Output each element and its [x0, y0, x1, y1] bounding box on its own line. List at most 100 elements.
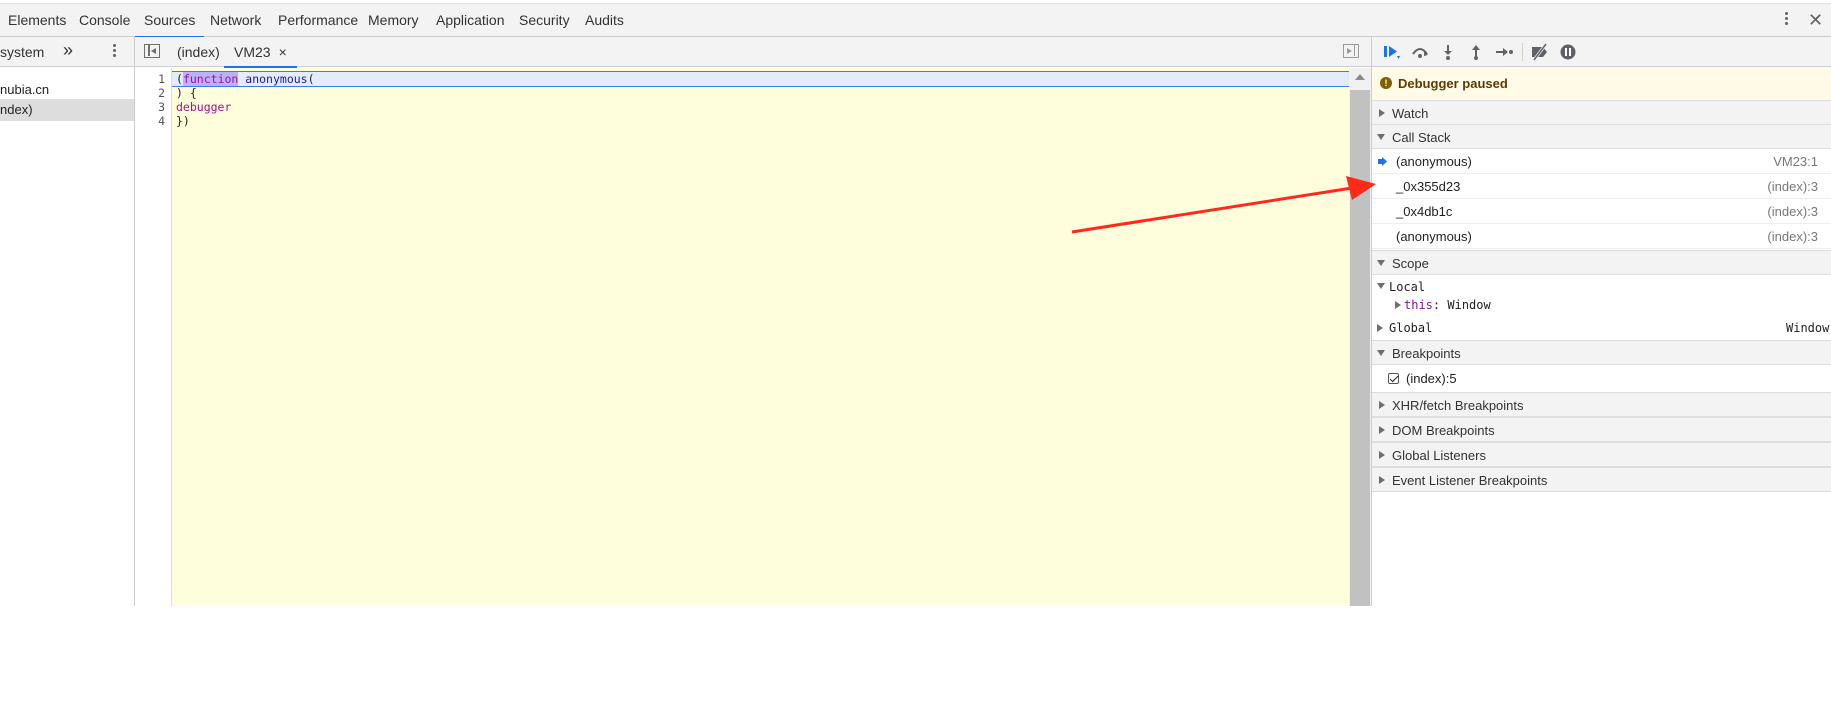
step-over-icon[interactable]: [1410, 43, 1430, 61]
scope-local[interactable]: Local: [1372, 278, 1831, 296]
paused-banner: ! Debugger paused: [1372, 67, 1831, 101]
section-label: Breakpoints: [1392, 346, 1461, 361]
nav-item-index[interactable]: ndex): [0, 99, 134, 121]
navigator-menu-icon[interactable]: [111, 42, 117, 62]
debugger-toolbar: [1372, 37, 1831, 67]
code-token: (: [307, 72, 315, 86]
editor-tab-vm23-label: VM23: [234, 44, 271, 60]
section-label: Watch: [1392, 106, 1429, 121]
section-event-listener-breakpoints[interactable]: Event Listener Breakpoints: [1372, 467, 1831, 492]
section-scope[interactable]: Scope: [1372, 250, 1831, 275]
scrollbar-thumb[interactable]: [1350, 90, 1370, 606]
collapse-icon: [1377, 134, 1385, 140]
tab-sources[interactable]: Sources: [134, 4, 205, 38]
editor-tab-index[interactable]: (index): [177, 37, 220, 67]
section-label: Event Listener Breakpoints: [1392, 473, 1548, 488]
line-number[interactable]: 4: [158, 113, 165, 129]
resume-icon[interactable]: [1382, 43, 1402, 61]
section-dom-breakpoints[interactable]: DOM Breakpoints: [1372, 417, 1831, 442]
code-token: unction: [189, 72, 239, 86]
code-function-name: anonymous: [245, 72, 308, 86]
call-frame[interactable]: (anonymous) (index):3: [1372, 224, 1831, 249]
devtools-window: Elements Console Sources Network Perform…: [0, 0, 1831, 726]
step-into-icon[interactable]: [1438, 43, 1458, 61]
tab-audits[interactable]: Audits: [585, 4, 624, 37]
debugger-sidebar: ! Debugger paused Watch Call Stack (anon…: [1371, 37, 1831, 606]
expand-icon: [1377, 324, 1383, 332]
file-navigator: system » nubia.cn ndex): [0, 37, 135, 606]
frame-location[interactable]: (index):3: [1767, 199, 1818, 224]
section-label: XHR/fetch Breakpoints: [1392, 398, 1524, 413]
section-label: Call Stack: [1392, 130, 1451, 145]
expand-icon: [1379, 401, 1385, 409]
step-out-icon[interactable]: [1466, 43, 1486, 61]
navigator-tab-filesystem[interactable]: system: [0, 44, 44, 60]
tab-network[interactable]: Network: [210, 4, 261, 37]
tab-application[interactable]: Application: [436, 4, 505, 37]
breakpoint-label: (index):5: [1406, 371, 1457, 386]
expand-icon: [1379, 109, 1385, 117]
expand-icon: [1379, 451, 1385, 459]
scope-global[interactable]: Global Window: [1372, 319, 1831, 337]
tab-elements[interactable]: Elements: [8, 4, 66, 37]
tab-console[interactable]: Console: [79, 4, 130, 37]
code-line[interactable]: }): [172, 113, 1349, 129]
toolbar-divider: [1522, 43, 1523, 61]
code-area[interactable]: (function anonymous( ) { debugger }): [172, 68, 1349, 606]
nav-item-domain[interactable]: nubia.cn: [0, 79, 134, 101]
property-value: Window: [1447, 298, 1491, 312]
devtools-tab-bar: Elements Console Sources Network Perform…: [0, 3, 1831, 38]
section-call-stack[interactable]: Call Stack: [1372, 124, 1831, 149]
paused-message: Debugger paused: [1398, 76, 1508, 91]
scope-global-value: Window: [1786, 321, 1830, 335]
line-number-gutter: 1 2 3 4: [135, 68, 172, 606]
section-label: DOM Breakpoints: [1392, 423, 1495, 438]
expand-icon: [1379, 476, 1385, 484]
toggle-navigator-icon[interactable]: [144, 44, 160, 58]
frame-location[interactable]: (index):3: [1767, 174, 1818, 199]
scope-label: Global: [1389, 321, 1433, 335]
frame-location[interactable]: VM23:1: [1773, 149, 1818, 174]
tab-performance[interactable]: Performance: [278, 4, 358, 37]
navigator-header: system »: [0, 37, 134, 67]
code-token: (: [176, 72, 183, 86]
breakpoint-row[interactable]: (index):5: [1372, 365, 1831, 392]
section-global-listeners[interactable]: Global Listeners: [1372, 442, 1831, 467]
collapse-icon: [1377, 350, 1385, 356]
close-devtools-icon[interactable]: ✕: [1808, 9, 1823, 31]
toggle-debugger-icon[interactable]: [1343, 44, 1359, 58]
section-label: Scope: [1392, 256, 1429, 271]
call-frame[interactable]: _0x4db1c (index):3: [1372, 199, 1831, 224]
code-editor: (index) VM23 × 1 2 3 4 (function anonymou…: [135, 37, 1371, 606]
collapse-icon: [1377, 283, 1385, 289]
close-tab-icon[interactable]: ×: [279, 44, 287, 60]
collapse-icon: [1377, 260, 1385, 266]
deactivate-breakpoints-icon[interactable]: [1530, 43, 1550, 61]
editor-scrollbar[interactable]: [1349, 68, 1371, 606]
tab-security[interactable]: Security: [519, 4, 570, 37]
current-frame-icon: [1378, 157, 1387, 166]
breakpoint-checkbox[interactable]: [1388, 373, 1399, 384]
scroll-up-icon[interactable]: [1355, 74, 1365, 80]
expand-icon: [1395, 301, 1401, 309]
warning-icon: !: [1380, 77, 1392, 89]
editor-tab-vm23[interactable]: VM23 ×: [224, 37, 297, 68]
property-name: this: [1404, 298, 1433, 312]
breakpoint-item[interactable]: (index):5: [1372, 365, 1831, 392]
frame-location[interactable]: (index):3: [1767, 224, 1818, 249]
more-tabs-icon[interactable]: »: [63, 40, 73, 61]
pause-on-exceptions-icon[interactable]: [1558, 43, 1578, 61]
scope-this-property[interactable]: this: Window: [1372, 296, 1831, 314]
customize-menu-icon[interactable]: [1779, 10, 1793, 32]
section-breakpoints[interactable]: Breakpoints: [1372, 340, 1831, 365]
tab-memory[interactable]: Memory: [368, 4, 419, 37]
step-icon[interactable]: [1494, 43, 1514, 61]
editor-tab-bar: (index) VM23 ×: [135, 37, 1371, 68]
property-separator: :: [1432, 298, 1441, 312]
section-xhr-breakpoints[interactable]: XHR/fetch Breakpoints: [1372, 392, 1831, 417]
call-frame[interactable]: _0x355d23 (index):3: [1372, 174, 1831, 199]
code-keyword-selected: function: [182, 72, 239, 86]
section-watch[interactable]: Watch: [1372, 100, 1831, 125]
call-frame[interactable]: (anonymous) VM23:1: [1372, 149, 1831, 174]
frame-name: (anonymous): [1396, 229, 1472, 244]
